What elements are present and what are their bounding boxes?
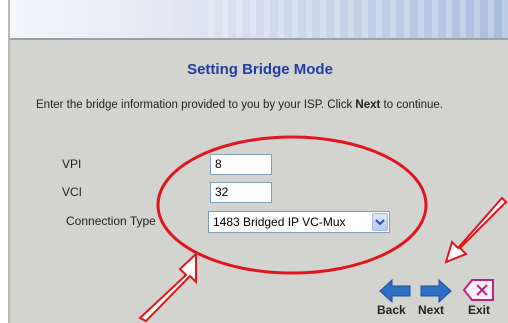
next-button[interactable] bbox=[419, 278, 453, 304]
annotation-arrow-icon bbox=[444, 196, 508, 264]
highlight-ellipse bbox=[156, 135, 428, 275]
back-button[interactable] bbox=[378, 278, 412, 304]
annotation-arrow-icon bbox=[138, 251, 197, 323]
back-label[interactable]: Back bbox=[377, 303, 406, 317]
exit-label[interactable]: Exit bbox=[468, 303, 490, 317]
next-arrow-icon bbox=[420, 278, 452, 304]
next-label[interactable]: Next bbox=[418, 303, 444, 317]
annotation-overlay bbox=[138, 135, 508, 323]
back-arrow-icon bbox=[379, 278, 411, 304]
exit-icon bbox=[462, 279, 494, 301]
exit-button[interactable] bbox=[462, 277, 496, 303]
